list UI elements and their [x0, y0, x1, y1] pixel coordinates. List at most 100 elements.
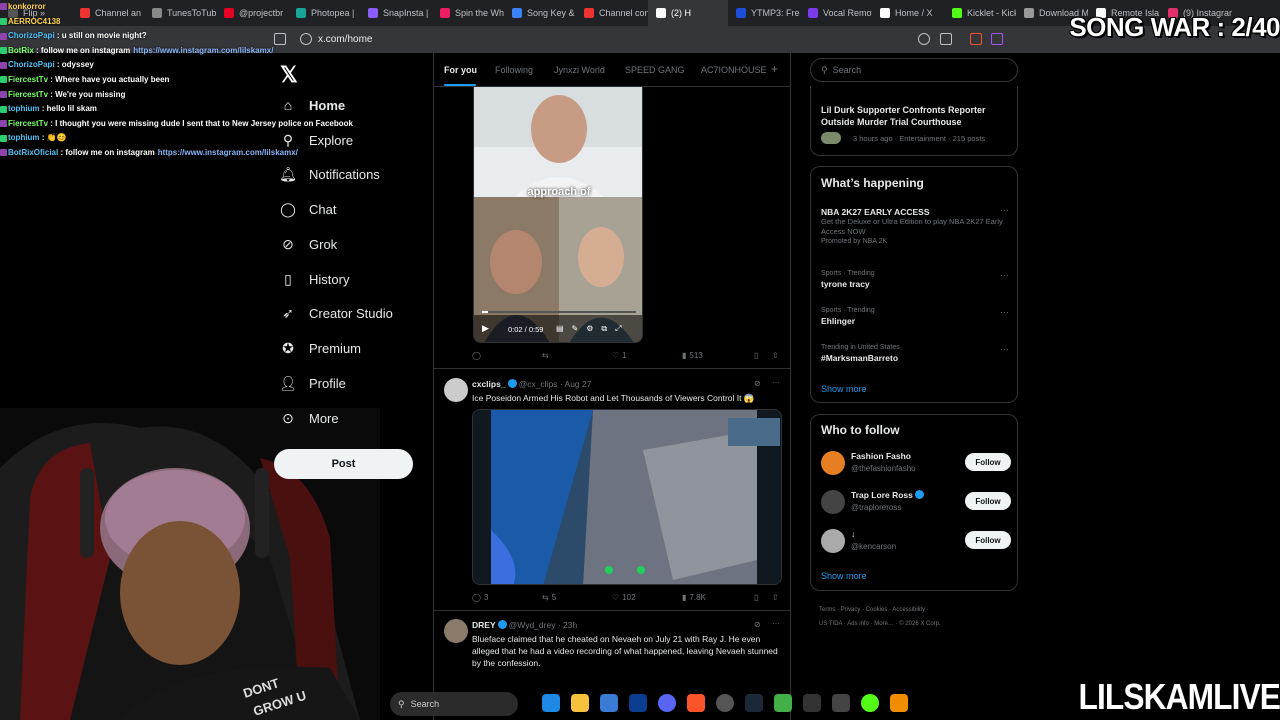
- grok-icon[interactable]: ⊘: [754, 379, 761, 388]
- store-icon[interactable]: [600, 694, 618, 712]
- app-icon[interactable]: [861, 694, 879, 712]
- edge-icon[interactable]: [542, 694, 560, 712]
- views-button[interactable]: ▮ 7.8K: [682, 593, 706, 602]
- zoom-icon[interactable]: [918, 33, 930, 45]
- follow-suggestion[interactable]: Trap Lore Ross @traploreross Follow: [821, 488, 1011, 516]
- nav-notifications[interactable]: 🔔︎ Notifications: [279, 166, 380, 182]
- reply-icon[interactable]: ◯: [472, 351, 481, 360]
- browser-tab[interactable]: YTMP3: Free: [728, 0, 800, 26]
- app-icon[interactable]: [832, 694, 850, 712]
- 4k-icon[interactable]: [803, 694, 821, 712]
- more-icon[interactable]: ···: [1000, 344, 1009, 354]
- play-icon[interactable]: ▶: [482, 323, 489, 334]
- show-more-link[interactable]: Show more: [821, 384, 867, 394]
- cast-icon[interactable]: [940, 33, 952, 45]
- follow-button[interactable]: Follow: [965, 531, 1011, 549]
- suggested-name[interactable]: Trap Lore Ross: [851, 490, 926, 500]
- more-icon[interactable]: ···: [1000, 205, 1009, 215]
- tab-jynxzi-world[interactable]: Jynxzi World: [554, 65, 605, 75]
- tab-speed-gang[interactable]: SPEED GANG: [625, 65, 685, 75]
- avatar[interactable]: [821, 490, 845, 514]
- nav-chat[interactable]: ◯ Chat: [280, 201, 336, 217]
- repost-icon[interactable]: ⇆: [542, 351, 549, 360]
- bookmark-icon[interactable]: ▯: [754, 351, 758, 360]
- follow-button[interactable]: Follow: [965, 453, 1011, 471]
- nav-grok[interactable]: ⊘ Grok: [280, 236, 337, 252]
- nav-profile[interactable]: 👤︎ Profile: [279, 375, 346, 391]
- discord-icon[interactable]: [658, 694, 676, 712]
- avatar[interactable]: [444, 378, 468, 402]
- like-button[interactable]: ♡ 1: [612, 351, 627, 360]
- news-card[interactable]: Lil Durk Supporter Confronts Reporter Ou…: [810, 86, 1018, 156]
- video-controls-icons[interactable]: ▤✎⚙⧉⤢: [556, 324, 630, 334]
- follow-suggestion[interactable]: Fashion Fasho @thefashionfasho Follow: [821, 449, 1011, 477]
- tweet-date[interactable]: · Aug 27: [560, 379, 592, 389]
- suggested-name[interactable]: Fashion Fasho: [851, 451, 911, 461]
- author-handle[interactable]: @cx_clips: [519, 379, 558, 389]
- x-logo[interactable]: 𝕏: [280, 62, 298, 88]
- author-handle[interactable]: @Wyd_drey: [509, 620, 556, 630]
- steam-icon[interactable]: [745, 694, 763, 712]
- trend-item[interactable]: Sports · Trending Ehlinger: [821, 307, 1011, 326]
- browser-tab[interactable]: SnapInsta |: [360, 0, 432, 26]
- share-icon[interactable]: ⇧: [772, 593, 779, 602]
- video-player[interactable]: approach of ▶ 0:02 / 0:59 ▤✎⚙⧉⤢: [473, 87, 643, 343]
- grok-icon[interactable]: ⊘: [754, 620, 761, 629]
- browser-tab[interactable]: Home / X: [872, 0, 944, 26]
- share-icon[interactable]: ⇧: [772, 351, 779, 360]
- tab-following[interactable]: Following: [495, 65, 533, 75]
- browser-tab[interactable]: Kicklet - Kick: [944, 0, 1016, 26]
- author-name[interactable]: cxclips_: [472, 379, 506, 389]
- nav-home[interactable]: ⌂ Home: [280, 97, 345, 113]
- nav-history[interactable]: ▯ History: [280, 271, 349, 287]
- browser-tab[interactable]: (2) H: [648, 0, 728, 26]
- obs-icon[interactable]: [716, 694, 734, 712]
- nav-explore[interactable]: ⚲ Explore: [280, 132, 353, 148]
- nav-more[interactable]: ⊙ More: [280, 410, 339, 426]
- nav-creator-studio[interactable]: ➶ Creator Studio: [280, 305, 393, 321]
- tab-ac7ionhouse[interactable]: AC7IONHOUSE: [701, 65, 767, 75]
- like-button[interactable]: ♡ 102: [612, 593, 636, 602]
- tweet-date[interactable]: · 23h: [558, 620, 577, 630]
- follow-button[interactable]: Follow: [965, 492, 1011, 510]
- app-icon[interactable]: [890, 694, 908, 712]
- taskbar-search[interactable]: ⚲ Search: [390, 692, 518, 716]
- suggested-name[interactable]: ↓: [851, 529, 855, 539]
- avatar[interactable]: [821, 529, 845, 553]
- more-icon[interactable]: ···: [1000, 307, 1009, 317]
- add-tab-icon[interactable]: +: [771, 62, 778, 76]
- trend-item[interactable]: Trending in United States #MarksmanBarre…: [821, 344, 1011, 363]
- show-more-link[interactable]: Show more: [821, 571, 867, 581]
- reply-button[interactable]: ◯ 3: [472, 593, 488, 602]
- tab-for-you[interactable]: For you: [444, 65, 477, 75]
- tab-favicon-icon: [584, 8, 594, 18]
- photoshop-icon[interactable]: [629, 694, 647, 712]
- browser-tab[interactable]: Song Key &: [504, 0, 576, 26]
- nav-premium[interactable]: ✪ Premium: [280, 340, 361, 356]
- search-input[interactable]: ⚲ Search: [810, 58, 1018, 82]
- brave-icon[interactable]: [687, 694, 705, 712]
- views-button[interactable]: ▮ 513: [682, 351, 703, 360]
- more-icon[interactable]: ···: [772, 619, 780, 628]
- bookmark-icon[interactable]: ▯: [754, 593, 758, 602]
- rewards-icon[interactable]: [991, 33, 1003, 45]
- avatar[interactable]: [444, 619, 468, 643]
- browser-tab[interactable]: Vocal Remov: [800, 0, 872, 26]
- more-icon[interactable]: ···: [772, 378, 780, 387]
- browser-tab[interactable]: Channel con: [576, 0, 648, 26]
- footer-line[interactable]: Terms · Privacy · Cookies · Accessibilit…: [819, 603, 1019, 617]
- trend-item[interactable]: NBA 2K27 EARLY ACCESS Get the Deluxe or …: [821, 205, 1011, 247]
- video-player[interactable]: [472, 409, 782, 585]
- footer-line[interactable]: US TIDA · Ads info · More… · © 2026 X Co…: [819, 617, 1019, 631]
- author-name[interactable]: DREY: [472, 620, 496, 630]
- follow-suggestion[interactable]: ↓ @kencarson Follow: [821, 527, 1011, 555]
- brave-shield-icon[interactable]: [970, 33, 982, 45]
- more-icon[interactable]: ···: [1000, 270, 1009, 280]
- trend-item[interactable]: Sports · Trending tyrone tracy: [821, 270, 1011, 289]
- folder-icon[interactable]: [571, 694, 589, 712]
- avatar[interactable]: [821, 451, 845, 475]
- app-icon[interactable]: [774, 694, 792, 712]
- repost-button[interactable]: ⇆ 5: [542, 593, 556, 602]
- browser-tab[interactable]: Spin the Wh: [432, 0, 504, 26]
- post-button[interactable]: Post: [274, 449, 413, 479]
